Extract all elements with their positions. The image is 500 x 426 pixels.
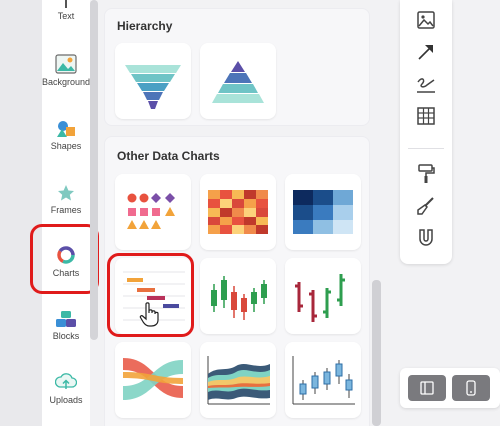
sidebar-item-label: Background [42, 77, 91, 87]
sidebar-item-label: Blocks [52, 331, 80, 341]
sidebar-item-frames[interactable]: Frames [42, 184, 90, 215]
sidebar: Text Background Shapes Frames Charts Blo… [42, 0, 90, 426]
sidebar-item-text[interactable]: Text [42, 0, 90, 21]
brush-tool-button[interactable] [414, 194, 438, 218]
heatmap-blue-chart-tile[interactable] [285, 174, 361, 250]
stream-chart-tile[interactable] [200, 342, 276, 418]
ohlc-chart-icon [295, 274, 345, 322]
panel-scrollbar[interactable] [372, 280, 381, 426]
heatmap-warm-chart-icon [208, 190, 268, 234]
signature-tool-button[interactable] [414, 72, 438, 96]
sidebar-item-uploads[interactable]: Uploads [42, 372, 90, 405]
section-title: Other Data Charts [117, 149, 220, 163]
sankey-chart-icon [123, 358, 183, 400]
heatmap-warm-chart-tile[interactable] [200, 174, 276, 250]
sidebar-item-label: Uploads [49, 395, 83, 405]
paint-roller-icon [418, 164, 435, 183]
arrow-tool-button[interactable] [414, 40, 438, 64]
text-icon [65, 0, 67, 8]
panel-left-icon [420, 381, 434, 395]
uploads-icon [55, 373, 77, 389]
sidebar-item-label: Text [57, 11, 75, 21]
pyramid-chart-icon [212, 61, 264, 103]
candlestick-chart-icon [211, 276, 267, 320]
box-plot-chart-icon [292, 356, 355, 405]
pyramid-chart-tile[interactable] [200, 43, 276, 119]
sidebar-item-background[interactable]: Background [42, 54, 90, 87]
toolbar-divider [408, 148, 444, 149]
charts-panel: Hierarchy Other Data Charts [104, 0, 370, 426]
panel-toggle-button[interactable] [408, 375, 446, 401]
sidebar-item-label: Frames [50, 205, 82, 215]
right-toolbar [400, 0, 452, 264]
view-controls [400, 368, 500, 408]
sidebar-scrollbar[interactable] [90, 0, 98, 340]
image-icon [417, 11, 435, 29]
magnet-tool-button[interactable] [414, 226, 438, 250]
brush-icon [417, 197, 434, 215]
candlestick-chart-tile[interactable] [200, 258, 276, 334]
background-icon [55, 54, 77, 74]
funnel-chart-tile[interactable] [115, 43, 191, 119]
mobile-view-button[interactable] [452, 375, 490, 401]
heatmap-blue-chart-icon [293, 190, 353, 234]
ohlc-chart-tile[interactable] [285, 258, 361, 334]
magnet-icon [419, 229, 433, 246]
pictogram-chart-tile[interactable] [115, 174, 191, 250]
sidebar-item-shapes[interactable]: Shapes [42, 120, 90, 151]
paint-roller-tool-button[interactable] [414, 162, 438, 186]
sankey-chart-tile[interactable] [115, 342, 191, 418]
charts-highlight-box [30, 224, 99, 294]
section-title: Hierarchy [117, 19, 173, 33]
sidebar-item-label: Shapes [50, 141, 82, 151]
pictogram-chart-icon [127, 193, 175, 229]
table-tool-button[interactable] [414, 104, 438, 128]
mobile-icon [466, 380, 476, 396]
image-tool-button[interactable] [414, 8, 438, 32]
hierarchy-section: Hierarchy [104, 8, 370, 126]
box-plot-chart-tile[interactable] [285, 342, 361, 418]
blocks-icon [56, 311, 76, 327]
funnel-chart-icon [125, 65, 181, 109]
signature-icon [417, 78, 435, 93]
table-icon [417, 107, 435, 125]
stream-chart-icon [207, 356, 270, 405]
left-strip [0, 0, 42, 426]
gantt-highlight-box [107, 253, 194, 337]
arrow-icon [418, 45, 433, 60]
shapes-icon [57, 121, 75, 137]
frames-icon [58, 185, 74, 201]
sidebar-item-blocks[interactable]: Blocks [42, 310, 90, 341]
